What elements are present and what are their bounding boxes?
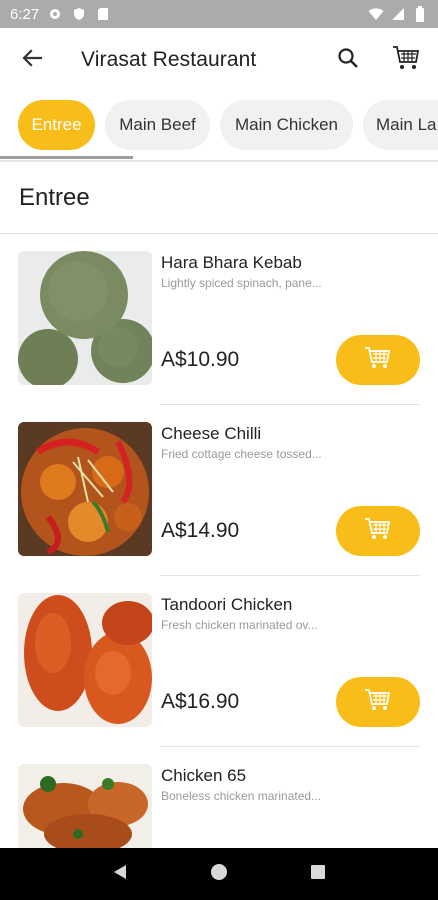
add-to-cart-button[interactable] xyxy=(336,506,420,556)
tab-main-lamb[interactable]: Main La xyxy=(363,100,438,150)
item-name: Hara Bhara Kebab xyxy=(161,253,302,272)
item-description: Boneless chicken marinated... xyxy=(161,789,322,803)
status-right xyxy=(368,6,428,22)
item-name: Tandoori Chicken xyxy=(161,595,293,614)
add-to-cart-button[interactable] xyxy=(336,335,420,385)
cart-icon xyxy=(364,688,392,717)
app-bar: Virasat Restaurant xyxy=(0,28,438,92)
status-left: 6:27 xyxy=(10,6,111,23)
item-price: A$16.90 xyxy=(161,690,240,713)
cart-button[interactable] xyxy=(382,36,430,84)
item-description: Fresh chicken marinated ov... xyxy=(161,618,318,632)
item-name: Chicken 65 xyxy=(161,766,247,785)
page-title: Virasat Restaurant xyxy=(81,48,257,71)
shield-icon xyxy=(71,6,87,22)
item-image-tandoori-chicken xyxy=(18,593,152,727)
item-image-cheese-chilli xyxy=(18,422,152,556)
status-time: 6:27 xyxy=(10,5,40,23)
tab-entree[interactable]: Entree xyxy=(18,100,95,150)
item-image-hara-bhara-kebab xyxy=(18,251,152,385)
circle-home-icon xyxy=(210,863,228,886)
menu-item[interactable]: Hara Bhara Kebab Lightly spiced spinach,… xyxy=(0,234,438,405)
section-title: Entree xyxy=(19,184,90,211)
add-to-cart-button[interactable] xyxy=(336,677,420,727)
tab-main-chicken[interactable]: Main Chicken xyxy=(220,100,353,150)
search-button[interactable] xyxy=(324,36,372,84)
gear-icon xyxy=(47,6,63,22)
cart-icon xyxy=(364,517,392,546)
signal-icon xyxy=(390,6,406,22)
back-button[interactable] xyxy=(0,28,64,92)
square-recents-icon xyxy=(310,864,326,885)
sd-card-icon xyxy=(95,6,111,22)
item-image-chicken-65 xyxy=(18,764,152,848)
item-price: A$14.90 xyxy=(161,519,240,542)
system-nav-bar xyxy=(0,848,438,900)
triangle-back-icon xyxy=(111,863,129,886)
search-icon xyxy=(337,47,359,74)
item-price: A$10.90 xyxy=(161,348,240,371)
tabs-divider xyxy=(0,160,438,162)
item-description: Fried cottage cheese tossed... xyxy=(161,447,322,461)
wifi-icon xyxy=(368,6,384,22)
menu-item[interactable]: Chicken 65 Boneless chicken marinated... xyxy=(0,747,438,848)
item-description: Lightly spiced spinach, pane... xyxy=(161,276,322,290)
tab-main-beef[interactable]: Main Beef xyxy=(105,100,210,150)
menu-item[interactable]: Tandoori Chicken Fresh chicken marinated… xyxy=(0,576,438,747)
nav-back-button[interactable] xyxy=(100,854,140,894)
tab-indicator xyxy=(0,156,133,159)
nav-recents-button[interactable] xyxy=(298,854,338,894)
arrow-back-icon xyxy=(21,47,43,74)
status-bar: 6:27 xyxy=(0,0,438,28)
battery-icon xyxy=(412,6,428,22)
item-name: Cheese Chilli xyxy=(161,424,262,443)
nav-home-button[interactable] xyxy=(199,854,239,894)
cart-icon xyxy=(392,45,420,76)
cart-icon xyxy=(364,346,392,375)
category-tabs: Entree Main Beef Main Chicken Main La xyxy=(0,96,438,156)
menu-item[interactable]: Cheese Chilli Fried cottage cheese tosse… xyxy=(0,405,438,576)
